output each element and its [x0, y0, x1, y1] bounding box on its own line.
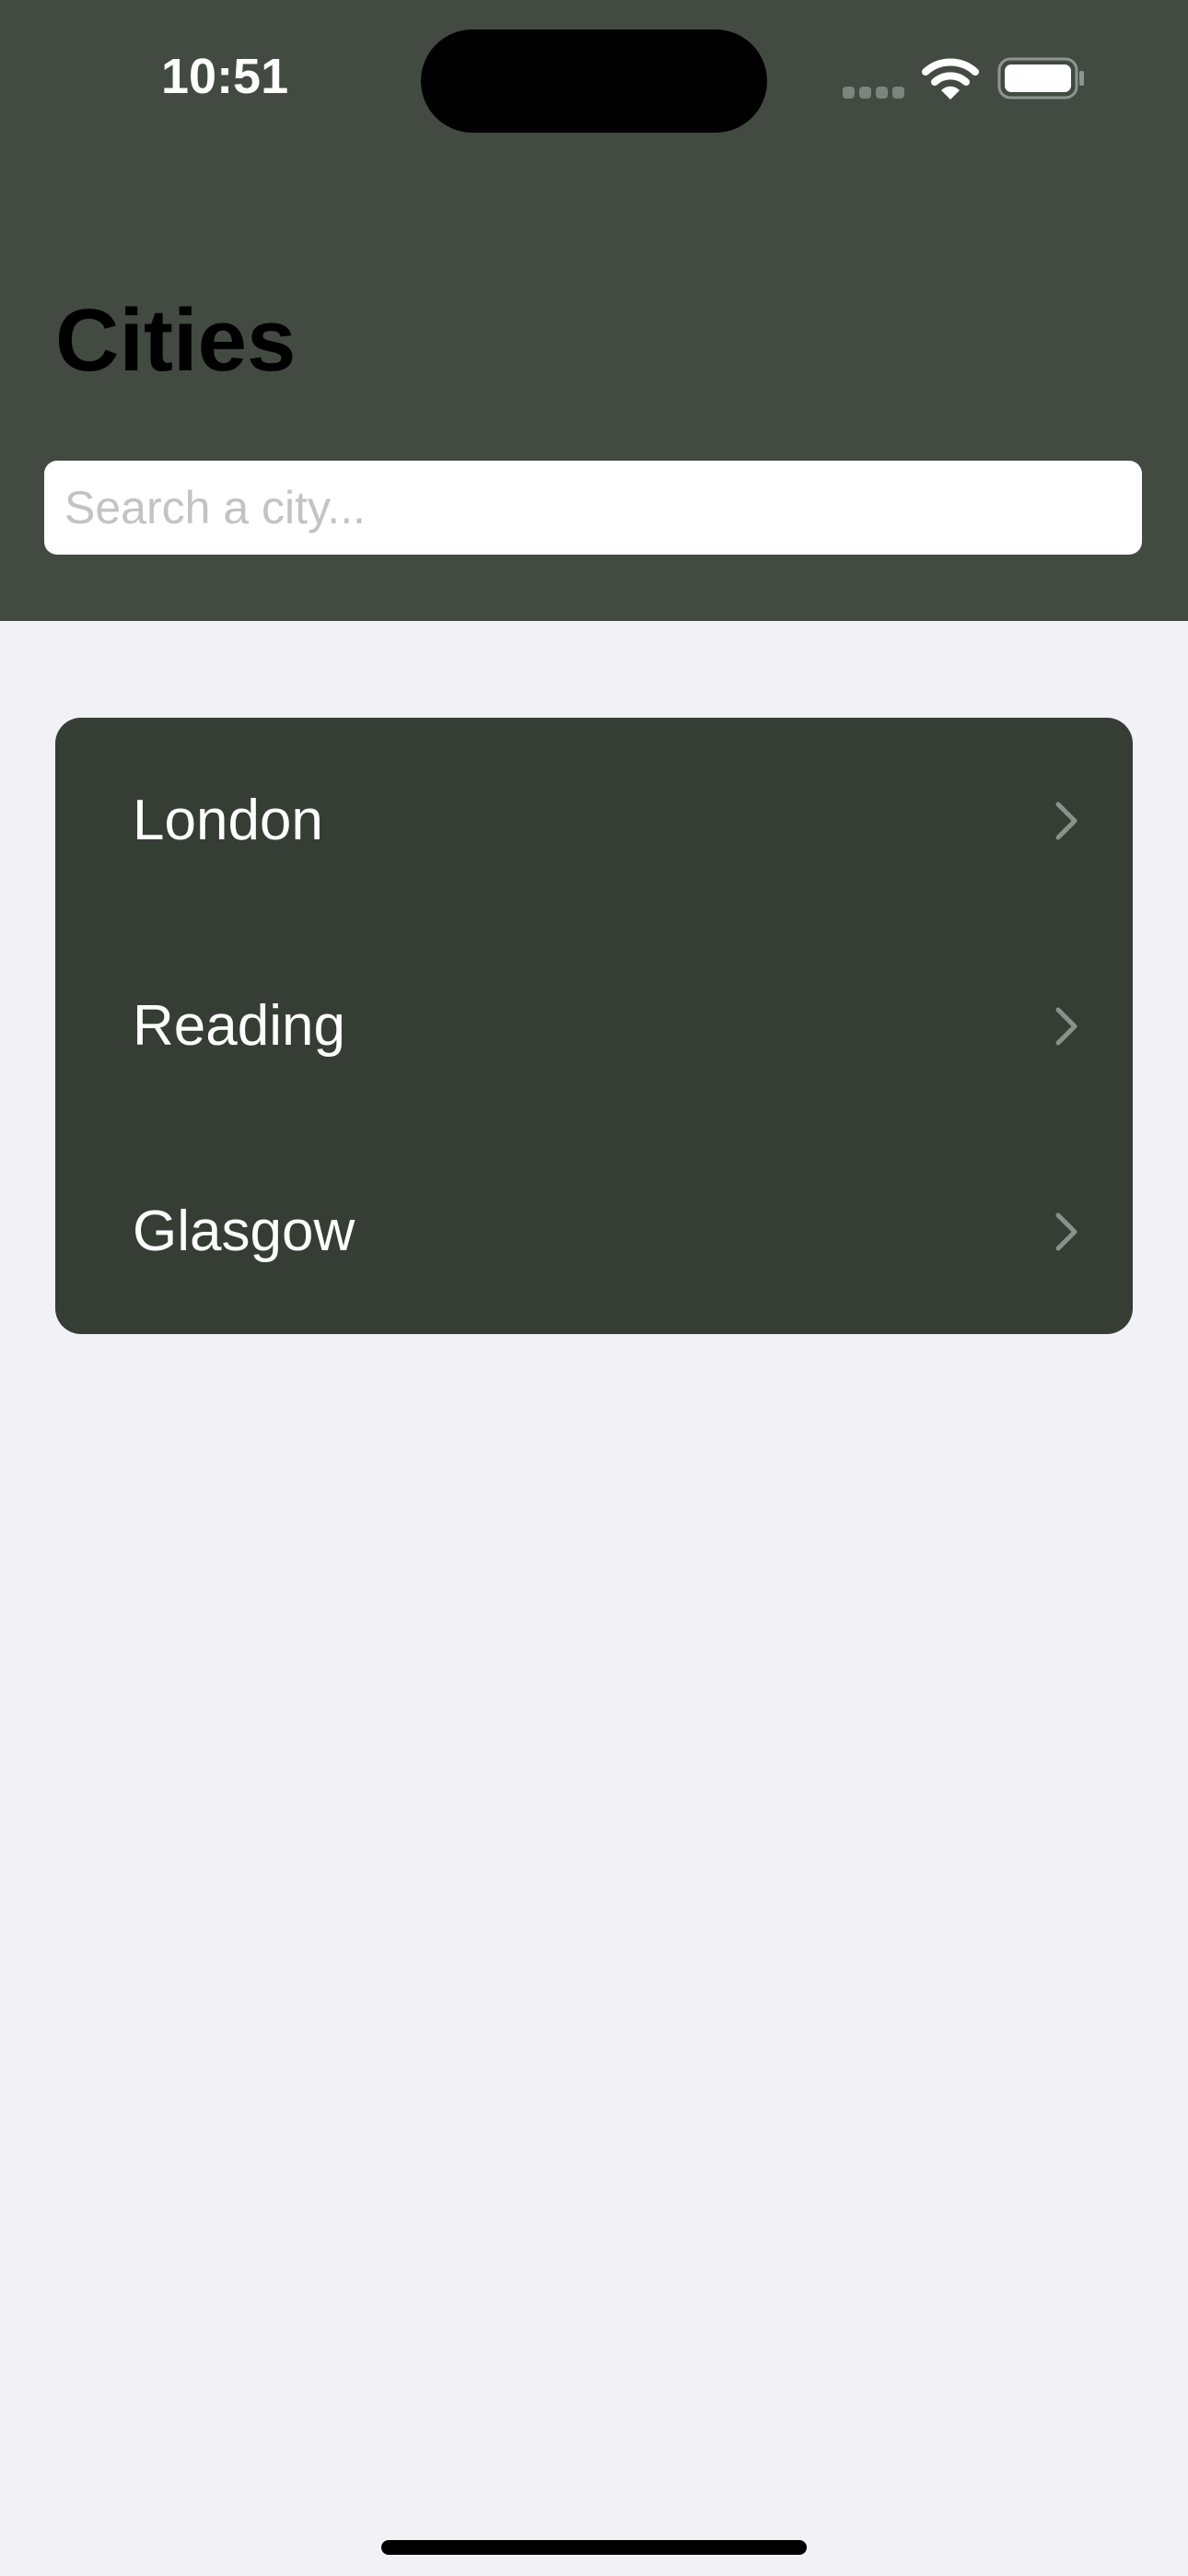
chevron-right-icon	[1055, 1007, 1077, 1045]
city-row-london[interactable]: London	[55, 718, 1133, 923]
header: 10:51 Cities	[0, 0, 1188, 621]
dynamic-island	[421, 29, 767, 133]
wifi-icon	[922, 58, 979, 100]
battery-icon	[997, 57, 1084, 100]
city-label: Glasgow	[133, 1199, 355, 1263]
status-time: 10:51	[161, 49, 289, 104]
page-title: Cities	[55, 291, 297, 390]
chevron-right-icon	[1055, 802, 1077, 839]
cellular-signal-icon	[843, 87, 905, 100]
city-label: London	[133, 788, 323, 852]
search-bar[interactable]	[44, 461, 1142, 555]
search-input[interactable]	[64, 481, 1122, 534]
city-label: Reading	[133, 993, 345, 1058]
city-row-reading[interactable]: Reading	[55, 923, 1133, 1129]
home-indicator[interactable]	[381, 2540, 807, 2555]
city-row-glasgow[interactable]: Glasgow	[55, 1129, 1133, 1334]
chevron-right-icon	[1055, 1212, 1077, 1250]
city-list: London Reading Glasgow	[55, 718, 1133, 1334]
